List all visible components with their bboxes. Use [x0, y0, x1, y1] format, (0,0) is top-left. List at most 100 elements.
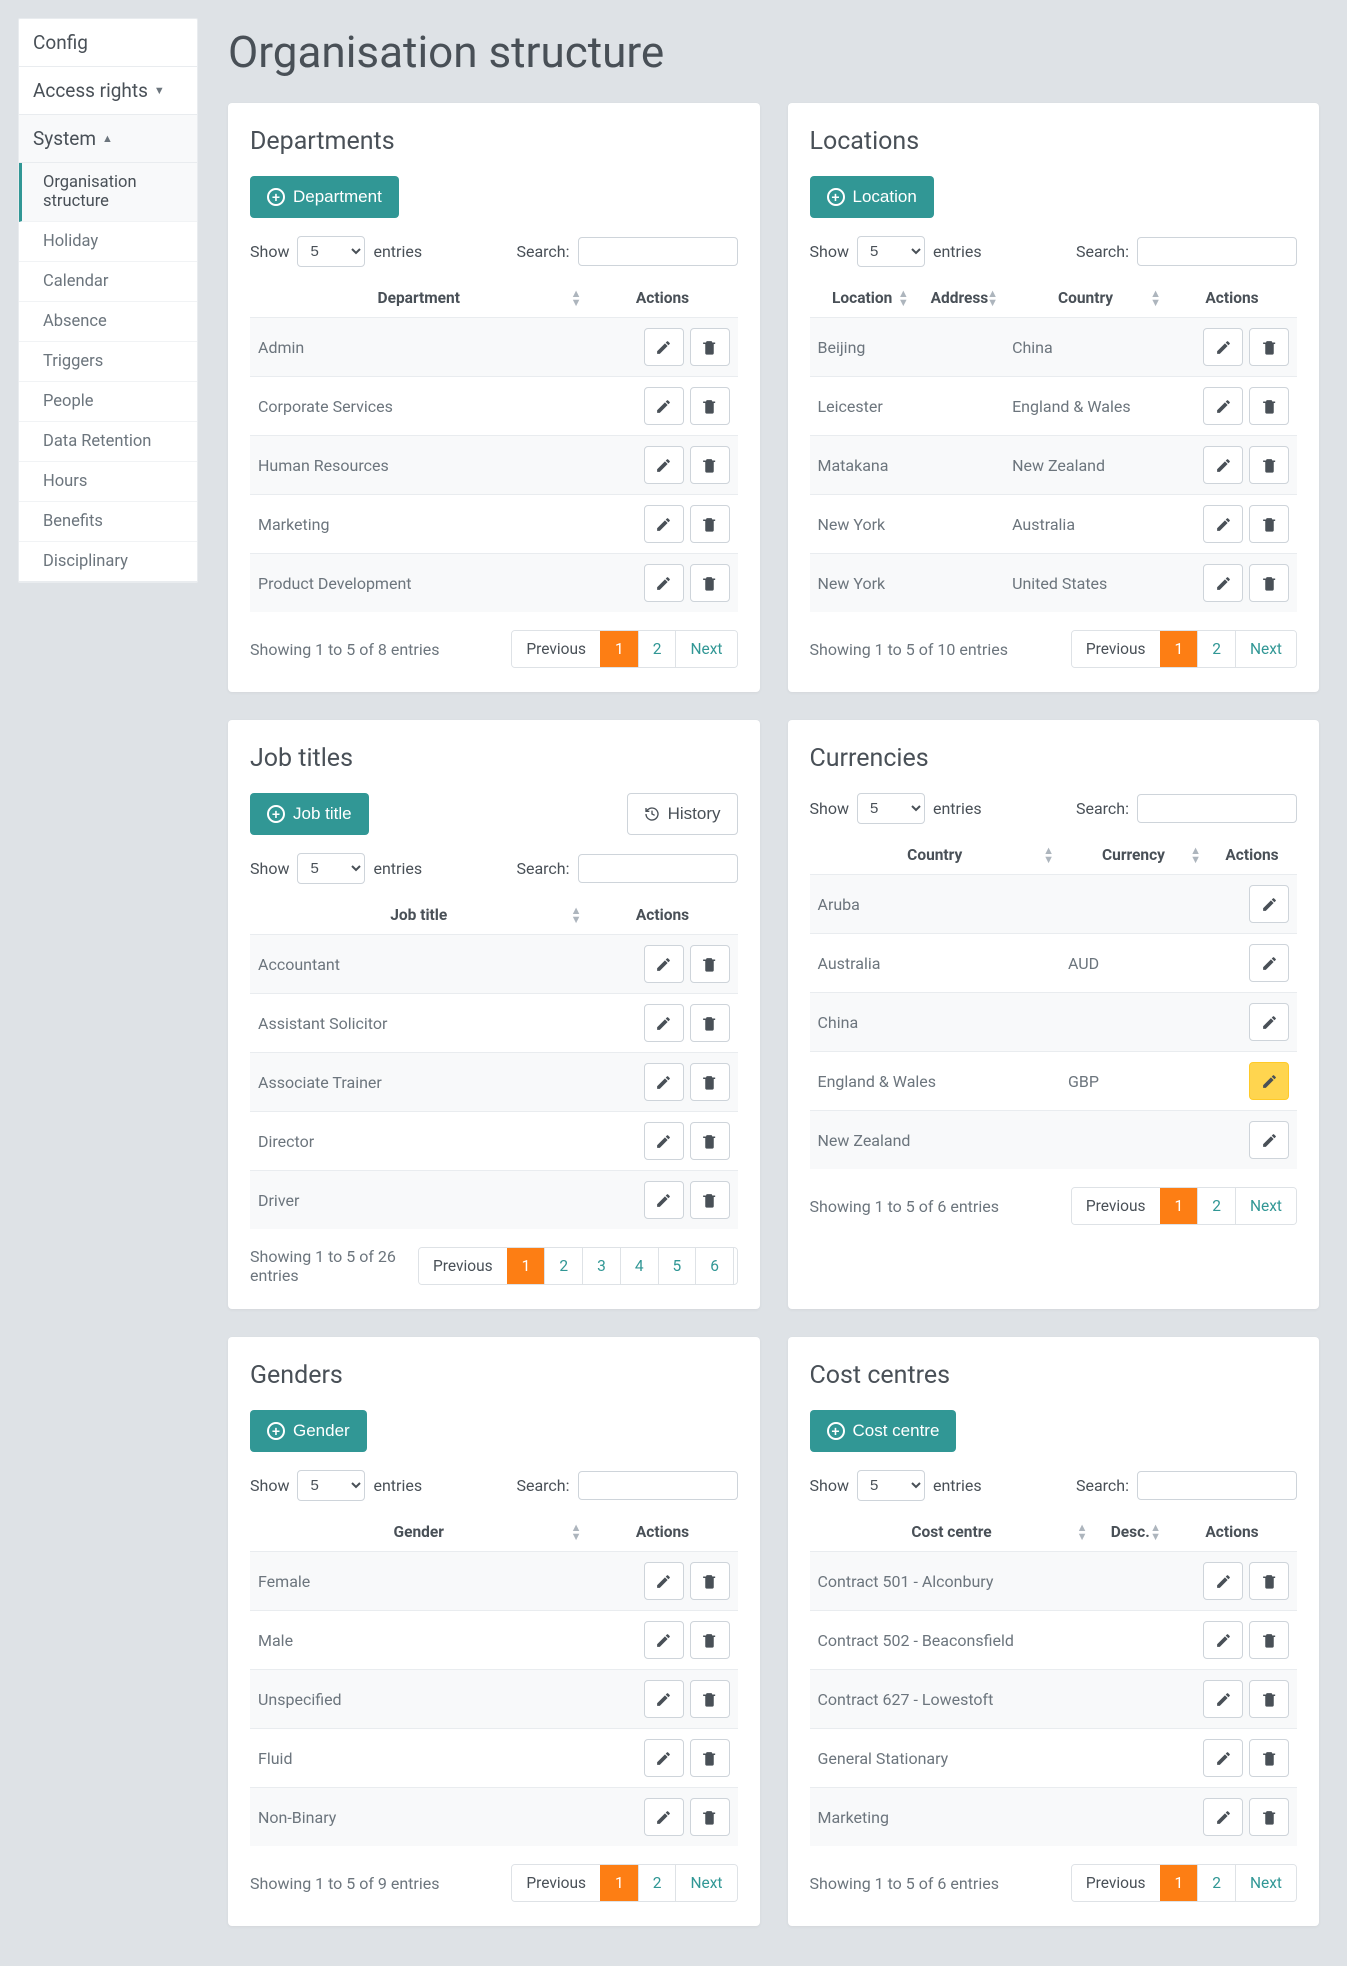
pager-prev[interactable]: Previous	[512, 1865, 600, 1901]
pager-page[interactable]: 4	[620, 1248, 658, 1284]
delete-button[interactable]	[1249, 1739, 1289, 1777]
edit-button[interactable]	[1203, 1562, 1243, 1600]
delete-button[interactable]	[690, 446, 730, 484]
departments-search-input[interactable]	[578, 237, 738, 266]
delete-button[interactable]	[690, 1798, 730, 1836]
currencies-pagesize-select[interactable]: 5	[857, 793, 925, 824]
pager-page[interactable]: 2	[1197, 631, 1235, 667]
pager-page[interactable]: 2	[638, 631, 676, 667]
edit-button[interactable]	[1249, 1003, 1289, 1041]
edit-button[interactable]	[1203, 1798, 1243, 1836]
edit-button[interactable]	[644, 1122, 684, 1160]
add-jobtitle-button[interactable]: + Job title	[250, 793, 369, 835]
costcentres-search-input[interactable]	[1137, 1471, 1297, 1500]
edit-button[interactable]	[644, 446, 684, 484]
sidebar-item-calendar[interactable]: Calendar	[19, 262, 197, 302]
edit-button[interactable]	[644, 1004, 684, 1042]
delete-button[interactable]	[1249, 564, 1289, 602]
genders-pagesize-select[interactable]: 5	[297, 1470, 365, 1501]
col-jobtitle[interactable]: Job title▲▼	[250, 896, 588, 935]
edit-button[interactable]	[644, 328, 684, 366]
delete-button[interactable]	[690, 945, 730, 983]
delete-button[interactable]	[690, 1562, 730, 1600]
sidebar-item-people[interactable]: People	[19, 382, 197, 422]
delete-button[interactable]	[690, 505, 730, 543]
edit-button[interactable]	[644, 1181, 684, 1219]
sidebar-item-absence[interactable]: Absence	[19, 302, 197, 342]
pager-page[interactable]: 2	[638, 1865, 676, 1901]
sidebar-item-benefits[interactable]: Benefits	[19, 502, 197, 542]
edit-button[interactable]	[1203, 564, 1243, 602]
edit-button[interactable]	[644, 1798, 684, 1836]
edit-button[interactable]	[644, 1621, 684, 1659]
sidebar-item-organisation-structure[interactable]: Organisation structure	[19, 163, 197, 222]
edit-button[interactable]	[1249, 885, 1289, 923]
delete-button[interactable]	[690, 387, 730, 425]
edit-button[interactable]	[1203, 1621, 1243, 1659]
delete-button[interactable]	[690, 1680, 730, 1718]
edit-button[interactable]	[644, 945, 684, 983]
sidebar-section-config[interactable]: Config	[19, 19, 197, 66]
delete-button[interactable]	[690, 1181, 730, 1219]
departments-pagesize-select[interactable]: 5	[297, 236, 365, 267]
delete-button[interactable]	[1249, 1562, 1289, 1600]
pager-page[interactable]: 2	[544, 1248, 582, 1284]
col-desc[interactable]: Desc.▲▼	[1093, 1513, 1167, 1552]
delete-button[interactable]	[690, 1004, 730, 1042]
pager-page[interactable]: 1	[507, 1248, 545, 1284]
pager-prev[interactable]: Previous	[419, 1248, 507, 1284]
pager-next[interactable]: Next	[1235, 1188, 1296, 1224]
pager-prev[interactable]: Previous	[1072, 1188, 1160, 1224]
currencies-search-input[interactable]	[1137, 794, 1297, 823]
delete-button[interactable]	[690, 1739, 730, 1777]
genders-search-input[interactable]	[578, 1471, 738, 1500]
delete-button[interactable]	[690, 1063, 730, 1101]
edit-button[interactable]	[644, 1063, 684, 1101]
pager-prev[interactable]: Previous	[1072, 1865, 1160, 1901]
pager-next[interactable]: Next	[675, 631, 736, 667]
edit-button[interactable]	[1203, 505, 1243, 543]
edit-button[interactable]	[1203, 446, 1243, 484]
sidebar-section-system[interactable]: System ▲	[19, 115, 197, 163]
delete-button[interactable]	[690, 1621, 730, 1659]
col-costcentre[interactable]: Cost centre▲▼	[810, 1513, 1094, 1552]
sidebar-item-holiday[interactable]: Holiday	[19, 222, 197, 262]
edit-button[interactable]	[1203, 328, 1243, 366]
delete-button[interactable]	[690, 328, 730, 366]
pager-next[interactable]: Next	[675, 1865, 736, 1901]
pager-prev[interactable]: Previous	[1072, 631, 1160, 667]
costcentres-pagesize-select[interactable]: 5	[857, 1470, 925, 1501]
pager-page[interactable]: 2	[1197, 1865, 1235, 1901]
pager-page[interactable]: 1	[1160, 1188, 1198, 1224]
sidebar-item-disciplinary[interactable]: Disciplinary	[19, 542, 197, 581]
col-address[interactable]: Address▲▼	[915, 279, 1004, 318]
delete-button[interactable]	[1249, 1621, 1289, 1659]
edit-button[interactable]	[644, 1562, 684, 1600]
pager-next[interactable]: Next	[1235, 1865, 1296, 1901]
edit-button[interactable]	[644, 1739, 684, 1777]
col-cur-currency[interactable]: Currency▲▼	[1060, 836, 1207, 875]
edit-button[interactable]	[1203, 1739, 1243, 1777]
pager-page[interactable]: 3	[582, 1248, 620, 1284]
delete-button[interactable]	[690, 564, 730, 602]
pager-page[interactable]: 5	[658, 1248, 696, 1284]
pager-page[interactable]: 1	[1160, 631, 1198, 667]
add-location-button[interactable]: + Location	[810, 176, 934, 218]
sidebar-item-triggers[interactable]: Triggers	[19, 342, 197, 382]
edit-button[interactable]	[1249, 944, 1289, 982]
add-gender-button[interactable]: + Gender	[250, 1410, 367, 1452]
edit-button[interactable]	[644, 1680, 684, 1718]
pager-page[interactable]: 1	[600, 1865, 638, 1901]
pager-next[interactable]: Next	[733, 1248, 738, 1284]
edit-button[interactable]	[644, 564, 684, 602]
sidebar-section-access-rights[interactable]: Access rights ▼	[19, 67, 197, 114]
jobtitles-search-input[interactable]	[578, 854, 738, 883]
edit-button[interactable]	[1203, 1680, 1243, 1718]
pager-next[interactable]: Next	[1235, 631, 1296, 667]
edit-button[interactable]	[1249, 1062, 1289, 1100]
col-gender[interactable]: Gender▲▼	[250, 1513, 588, 1552]
sidebar-item-data-retention[interactable]: Data Retention	[19, 422, 197, 462]
edit-button[interactable]	[644, 387, 684, 425]
pager-page[interactable]: 2	[1197, 1188, 1235, 1224]
add-costcentre-button[interactable]: + Cost centre	[810, 1410, 957, 1452]
